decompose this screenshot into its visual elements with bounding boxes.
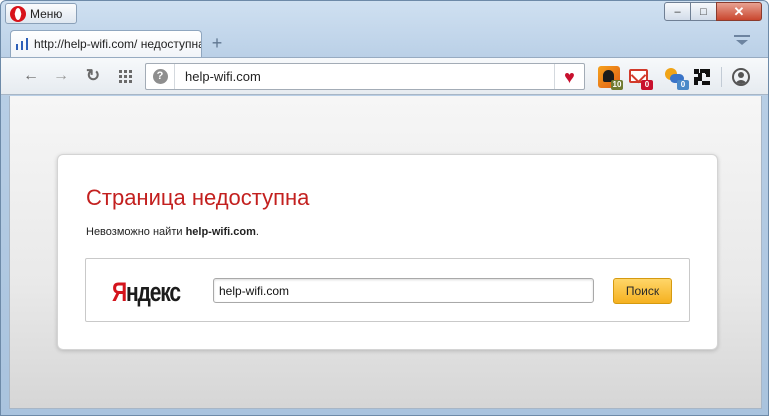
error-message-prefix: Невозможно найти: [86, 226, 186, 238]
yandex-logo-first-letter: Я: [112, 277, 127, 307]
search-input[interactable]: [213, 278, 594, 303]
page-viewport: Страница недоступна Невозможно найти hel…: [9, 96, 762, 409]
back-arrow-icon[interactable]: ←: [21, 67, 41, 85]
signal-bars-icon: [16, 38, 30, 50]
speed-dial-grid-icon[interactable]: [119, 70, 133, 83]
forward-arrow-icon[interactable]: →: [51, 67, 71, 85]
photo-extension-icon[interactable]: 10: [598, 66, 623, 90]
weather-extension-icon[interactable]: 0: [664, 66, 689, 90]
extension-badge: 0: [677, 80, 689, 90]
menu-label: Меню: [30, 6, 63, 21]
info-icon: ?: [152, 69, 168, 84]
search-button[interactable]: Поиск: [613, 278, 672, 304]
yandex-search-panel: Яндекс Поиск: [85, 258, 690, 322]
address-bar: ? ♥: [145, 63, 585, 90]
opera-logo-icon: [10, 5, 26, 22]
yandex-logo-rest: ндекс: [125, 277, 181, 307]
extension-badge: 0: [641, 80, 653, 90]
new-tab-plus-icon[interactable]: +: [208, 34, 226, 52]
tab-active[interactable]: http://help-wifi.com/ недоступна: [10, 30, 202, 57]
tab-strip: http://help-wifi.com/ недоступна +: [1, 29, 768, 57]
close-button[interactable]: ✕: [716, 2, 762, 21]
heart-icon: ♥: [564, 66, 575, 87]
bookmark-button[interactable]: ♥: [554, 64, 584, 89]
site-info-button[interactable]: ?: [146, 64, 175, 89]
title-bar: Меню – □ ✕: [1, 1, 768, 27]
tab-menu-icon[interactable]: [734, 35, 750, 49]
error-message: Невозможно найти help-wifi.com.: [86, 226, 259, 238]
qr-code-icon[interactable]: [694, 69, 710, 85]
maximize-button[interactable]: □: [690, 2, 717, 21]
url-input[interactable]: [175, 64, 554, 89]
minimize-button[interactable]: –: [664, 2, 691, 21]
window-controls: – □ ✕: [664, 2, 762, 21]
navigation-toolbar: ← → ↻ ? ♥ 10 0 0: [1, 57, 768, 95]
page-title: Страница недоступна: [86, 185, 310, 210]
error-host: help-wifi.com: [185, 226, 256, 238]
opera-menu-button[interactable]: Меню: [5, 3, 77, 24]
toolbar-separator: [721, 67, 722, 87]
tab-title: http://help-wifi.com/ недоступна: [34, 37, 201, 51]
extension-badge: 10: [611, 80, 623, 90]
error-card: Страница недоступна Невозможно найти hel…: [57, 154, 718, 350]
mail-extension-icon[interactable]: 0: [628, 66, 653, 90]
error-message-suffix: .: [255, 226, 259, 238]
reload-icon[interactable]: ↻: [83, 67, 103, 85]
profile-icon[interactable]: [732, 68, 750, 86]
browser-window: Меню – □ ✕ http://help-wifi.com/ недосту…: [0, 0, 769, 416]
yandex-logo: Яндекс: [112, 277, 181, 308]
